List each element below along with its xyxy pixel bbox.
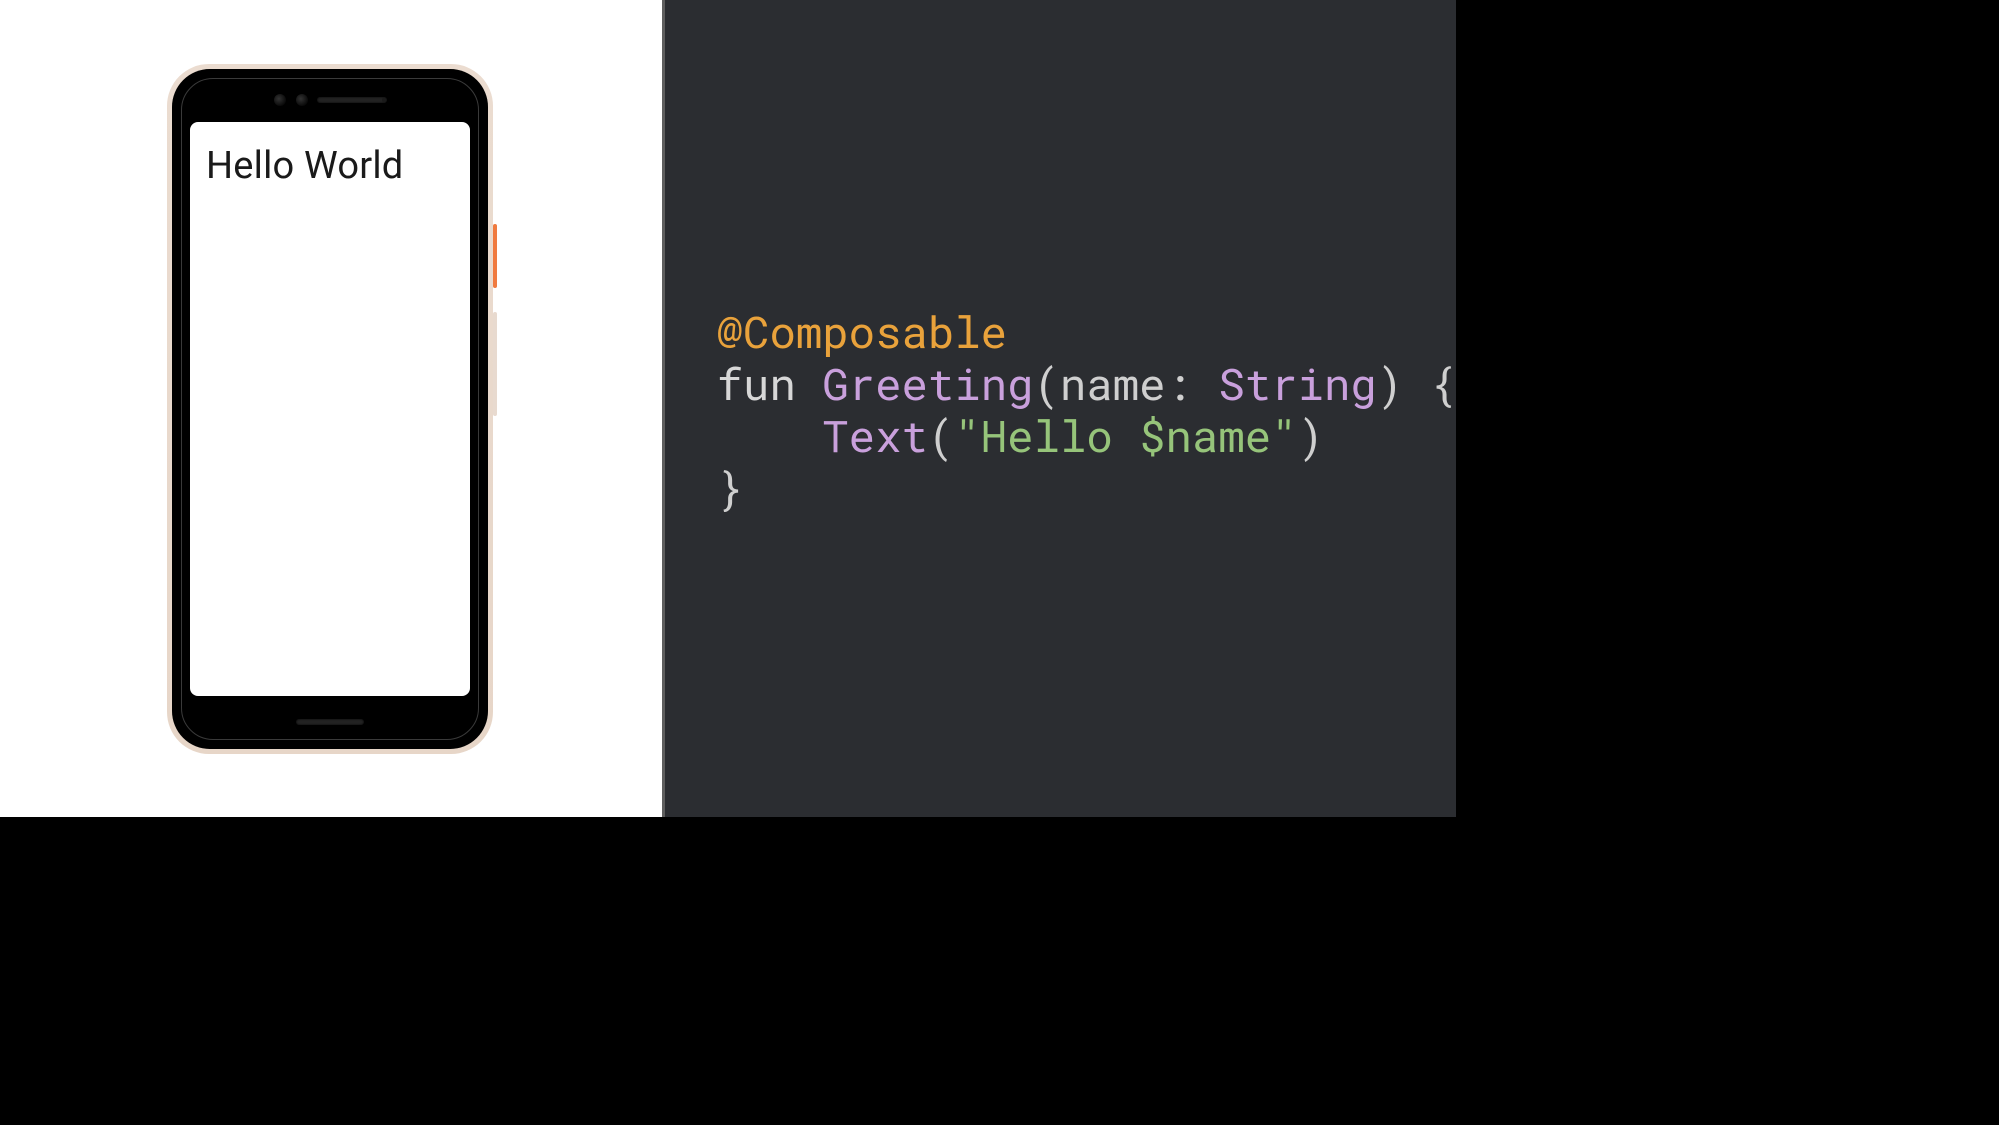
phone-mockup: Hello World	[167, 64, 493, 754]
code-punc: )	[1298, 406, 1324, 464]
earpiece-icon	[317, 97, 387, 103]
code-annotation: @Composable	[717, 302, 1007, 360]
code-param-name: name	[1060, 354, 1166, 412]
phone-frame: Hello World	[172, 69, 488, 749]
code-call-name: Text	[822, 406, 928, 464]
code-block: @Composable fun Greeting(name: String) {…	[717, 305, 1456, 513]
code-function-name: Greeting	[822, 354, 1033, 412]
code-string-literal: "Hello $name"	[954, 406, 1297, 464]
code-punc: (	[928, 406, 954, 464]
front-camera-icon	[273, 93, 287, 107]
screen-text: Hello World	[206, 144, 454, 188]
code-param-type: String	[1218, 354, 1376, 412]
phone-screen: Hello World	[190, 122, 470, 696]
code-keyword-fun: fun	[717, 354, 796, 412]
phone-power-button-icon	[493, 224, 497, 288]
code-punc: (	[1034, 354, 1060, 412]
code-panel: @Composable fun Greeting(name: String) {…	[665, 0, 1456, 817]
code-indent	[717, 406, 823, 464]
code-punc: :	[1166, 354, 1219, 412]
code-punc: ) {	[1377, 354, 1456, 412]
front-camera-icon	[295, 93, 309, 107]
code-brace-close: }	[717, 458, 743, 516]
slide: Hello World @Composable fun Greeting(nam…	[0, 0, 1456, 819]
speaker-icon	[296, 719, 364, 725]
left-panel: Hello World	[0, 0, 665, 817]
sensor-icon	[382, 98, 386, 102]
phone-volume-button-icon	[493, 312, 497, 416]
phone-top-sensors	[172, 93, 488, 107]
